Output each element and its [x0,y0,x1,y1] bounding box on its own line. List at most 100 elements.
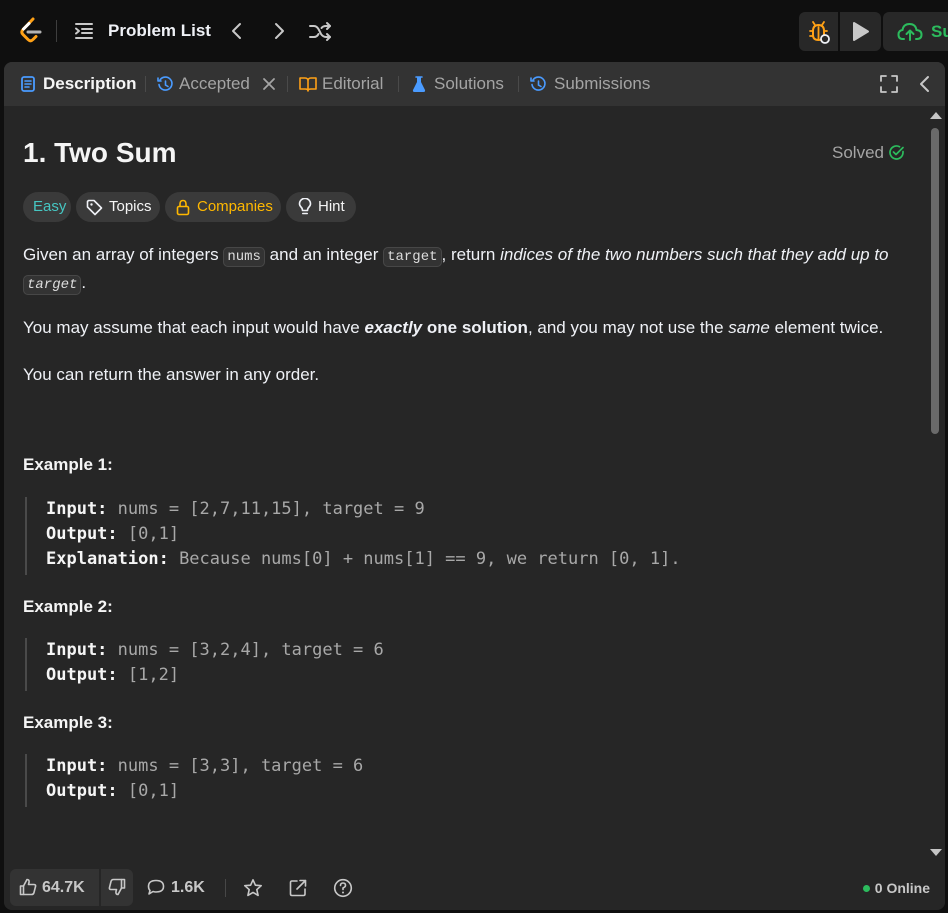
problem-content: 1. Two Sum Solved Easy Topics Companies … [23,106,913,866]
collapse-panel-icon[interactable] [916,74,934,94]
scroll-up-arrow[interactable] [930,112,942,119]
debug-icon[interactable] [799,12,838,51]
difficulty-label: Easy [33,198,67,215]
history-icon [157,76,173,91]
text: , and you may not use the [527,318,729,337]
problem-title: 1. Two Sum [23,137,177,168]
tab-divider [287,76,288,92]
emphasis-text: indices of the two numbers such that the… [500,245,889,264]
text: You may assume that each input would hav… [23,318,365,337]
text: Given an array of integers [23,245,224,264]
check-circle-icon [889,145,904,160]
thumbs-up-icon [19,878,37,896]
explanation-value: Because nums[0] + nums[1] == 9, we retur… [168,549,681,569]
description-icon [21,76,35,92]
tab-divider [518,76,519,92]
text: and an integer [264,245,384,264]
scroll-thumb[interactable] [931,128,939,434]
input-label: Input: [46,499,108,519]
online-count: 0 Online [874,880,930,896]
vote-group: 64.7K [10,869,133,906]
code-actions [799,12,881,51]
example-heading: Example 1: [23,455,113,474]
scrollbar[interactable] [928,112,942,862]
comment-count: 1.6K [171,879,205,896]
tab-label: Solutions [434,74,504,93]
dislike-button[interactable] [101,869,133,906]
inline-code: target [23,275,82,295]
topics-label: Topics [109,198,152,215]
output-label: Output: [46,781,118,801]
companies-button[interactable]: Companies [165,192,281,222]
fullscreen-icon[interactable] [880,75,898,93]
explanation-label: Explanation: [46,549,169,569]
tab-label: Description [43,74,137,93]
output-label: Output: [46,524,118,544]
history-icon [530,76,546,91]
problem-list-link[interactable]: Problem List [108,20,211,42]
description-paragraph: Given an array of integers nums and an i… [23,242,913,298]
tab-description[interactable]: Description [21,73,137,95]
help-icon[interactable] [333,878,353,898]
text: . [81,273,87,292]
tab-submissions[interactable]: Submissions [530,73,655,95]
input-value: nums = [2,7,11,15], target = 9 [107,499,425,519]
example-block: Input: nums = [3,2,4], target = 6 Output… [25,638,384,691]
tab-label: Editorial [322,74,384,93]
emphasis-text: exactly [364,318,423,337]
next-problem-icon[interactable] [268,20,290,42]
tab-divider [398,76,399,92]
tab-divider [145,76,146,92]
difficulty-badge: Easy [23,192,71,222]
like-count: 64.7K [42,879,85,896]
input-label: Input: [46,756,108,776]
prev-problem-icon[interactable] [226,20,248,42]
strong-text: one solution [422,318,528,337]
output-label: Output: [46,665,118,685]
nav-divider [56,20,57,42]
input-value: nums = [3,3], target = 6 [107,756,364,776]
submit-label: Submit [931,22,948,41]
close-tab-icon[interactable] [259,74,279,94]
shuffle-icon[interactable] [308,20,332,42]
thumbs-down-icon [108,878,126,896]
comment-icon [147,879,165,895]
description-paragraph: You can return the answer in any order. [23,365,320,384]
hint-label: Hint [318,198,345,215]
topics-button[interactable]: Topics [76,192,160,222]
output-value: [0,1] [117,524,180,544]
solved-label: Solved [832,143,884,162]
companies-label: Companies [197,198,273,215]
cloud-upload-icon [897,22,923,41]
output-value: [0,1] [117,781,180,801]
solved-status: Solved [832,142,905,164]
problem-list-icon[interactable] [74,22,94,40]
star-icon[interactable] [243,878,263,898]
tab-solutions[interactable]: Solutions [412,73,512,95]
scroll-down-arrow[interactable] [930,849,942,856]
submit-button[interactable]: Submit [883,12,948,51]
lock-icon [176,199,190,216]
tag-icon [86,199,103,216]
example-heading: Example 2: [23,597,113,616]
emphasis-text: same [728,318,770,337]
bottom-bar: 64.7K 1.6K 0 Online [4,868,945,910]
input-value: nums = [3,2,4], target = 6 [107,640,384,660]
share-icon[interactable] [288,878,308,898]
like-button[interactable]: 64.7K [10,869,99,906]
run-icon[interactable] [840,12,881,51]
online-dot [862,885,870,892]
tab-bar: Description Accepted Editorial Solutions… [4,62,945,106]
leetcode-logo-icon[interactable] [18,17,44,45]
inline-code: target [383,247,442,267]
footer-divider [225,879,226,897]
tab-editorial[interactable]: Editorial [299,73,389,95]
description-panel: Description Accepted Editorial Solutions… [4,62,945,910]
top-nav: Problem List Submit [0,0,948,62]
tab-accepted[interactable]: Accepted [157,73,257,95]
example-block: Input: nums = [3,3], target = 6 Output: … [25,754,363,807]
hint-button[interactable]: Hint [286,192,356,222]
book-icon [299,77,317,92]
tab-label: Submissions [554,74,651,93]
output-value: [1,2] [117,665,180,685]
